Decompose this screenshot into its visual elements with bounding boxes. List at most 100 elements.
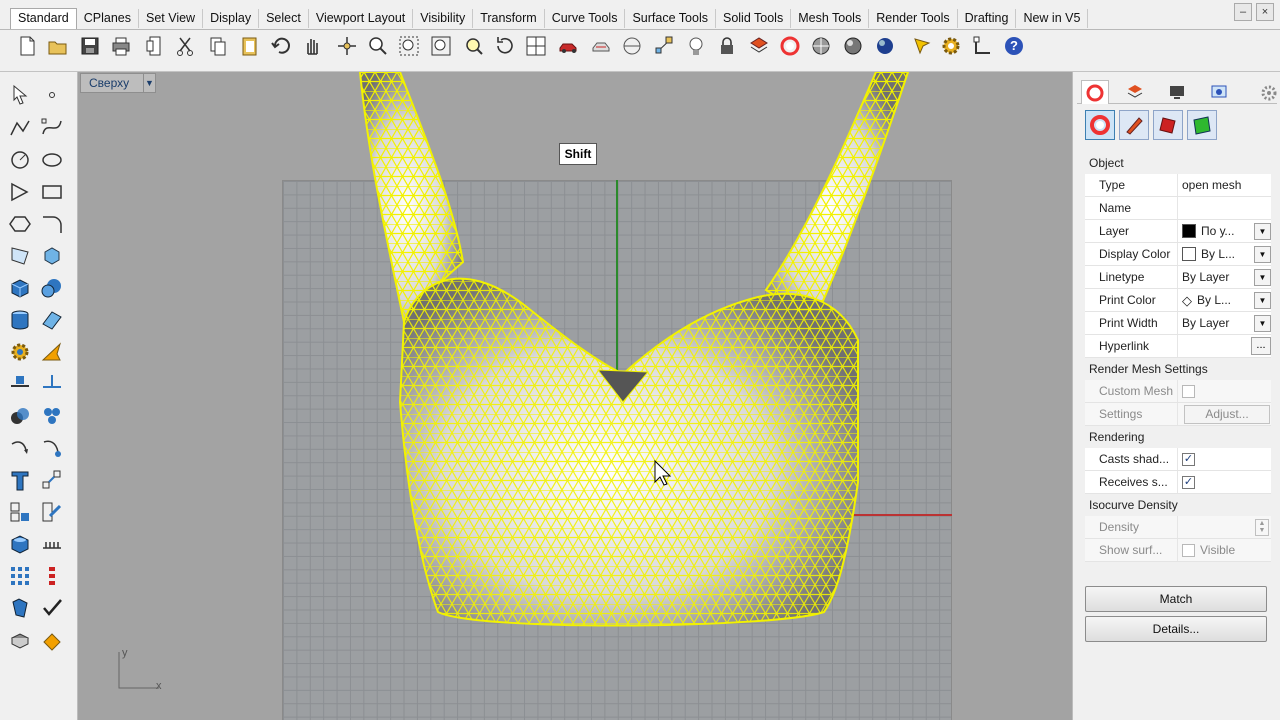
highlight-icon[interactable]	[909, 33, 935, 59]
rectangle-icon[interactable]	[38, 178, 66, 206]
tab-viewport-layout[interactable]: Viewport Layout	[309, 9, 414, 28]
check-icon[interactable]	[38, 594, 66, 622]
tab-help[interactable]	[1205, 80, 1233, 104]
custom-mesh-checkbox[interactable]	[1182, 384, 1195, 398]
select-arrow-icon[interactable]	[6, 81, 34, 109]
layout-icon[interactable]	[38, 530, 66, 558]
viewport-title[interactable]: Сверху ▼	[80, 73, 156, 93]
render-icon[interactable]	[6, 594, 34, 622]
adjust-button[interactable]: Adjust...	[1184, 404, 1270, 424]
mirror-icon[interactable]	[38, 434, 66, 462]
receives-shadows-checkbox[interactable]: ✓	[1182, 475, 1195, 489]
car-icon[interactable]	[556, 33, 582, 59]
layer-dropdown-arrow-icon[interactable]: ▼	[1254, 223, 1271, 240]
options-icon[interactable]	[938, 33, 964, 59]
tab-mesh-tools[interactable]: Mesh Tools	[791, 9, 870, 28]
zoom-selected-icon[interactable]	[461, 33, 487, 59]
cut-icon[interactable]	[172, 33, 198, 59]
print-icon[interactable]	[108, 33, 134, 59]
rotate-view-icon[interactable]	[492, 33, 518, 59]
print-width-dropdown-arrow-icon[interactable]: ▼	[1254, 315, 1271, 332]
tab-properties[interactable]	[1081, 80, 1109, 104]
tab-surface-tools[interactable]: Surface Tools	[625, 9, 716, 28]
shaded-sphere-icon[interactable]	[808, 33, 834, 59]
zoom-extents-icon[interactable]	[428, 33, 454, 59]
tab-transform[interactable]: Transform	[473, 9, 545, 28]
plane-surface-icon[interactable]	[38, 306, 66, 334]
arc-icon[interactable]	[6, 178, 34, 206]
copy-icon[interactable]	[205, 33, 231, 59]
split-icon[interactable]	[6, 370, 34, 398]
rendered-sphere-icon[interactable]	[840, 33, 866, 59]
tab-render-tools[interactable]: Render Tools	[869, 9, 958, 28]
open-icon[interactable]	[45, 33, 71, 59]
display-color-dropdown-arrow-icon[interactable]: ▼	[1254, 246, 1271, 263]
rotate-icon[interactable]	[6, 434, 34, 462]
cylinder-icon[interactable]	[6, 306, 34, 334]
curve-icon[interactable]	[38, 114, 66, 142]
color-icon[interactable]	[777, 33, 803, 59]
zoom-icon[interactable]	[365, 33, 391, 59]
group-icon[interactable]	[6, 498, 34, 526]
tab-cplanes[interactable]: CPlanes	[77, 9, 139, 28]
material-icon[interactable]	[1119, 110, 1149, 140]
tab-display[interactable]: Display	[203, 9, 260, 28]
top-viewport[interactable]: Сверху ▼ Shift y x	[78, 72, 1072, 720]
zoom-window-icon[interactable]	[396, 33, 422, 59]
tab-solid-tools[interactable]: Solid Tools	[716, 9, 792, 28]
close-icon[interactable]: ×	[1256, 3, 1274, 21]
hyperlink-browse-button[interactable]: ...	[1251, 337, 1271, 355]
undo-icon[interactable]	[268, 33, 294, 59]
texture-mapping-icon[interactable]	[1187, 110, 1217, 140]
layer-icon[interactable]	[746, 33, 772, 59]
tab-drafting[interactable]: Drafting	[958, 9, 1017, 28]
linetype-dropdown-arrow-icon[interactable]: ▼	[1254, 269, 1271, 286]
sphere-icon[interactable]	[38, 274, 66, 302]
point-icon[interactable]	[38, 81, 66, 109]
match-button[interactable]: Match	[1085, 586, 1267, 612]
tab-display[interactable]	[1163, 80, 1191, 104]
trim-icon[interactable]	[38, 370, 66, 398]
fillet-curve-icon[interactable]	[38, 210, 66, 238]
mesh-object[interactable]	[78, 72, 1072, 720]
tab-select[interactable]: Select	[259, 9, 309, 28]
tab-set-view[interactable]: Set View	[139, 9, 204, 28]
boolean-icon[interactable]	[6, 402, 34, 430]
help-icon[interactable]: ?	[1001, 33, 1027, 59]
array-icon[interactable]	[38, 402, 66, 430]
polygon-icon[interactable]	[6, 210, 34, 238]
cplane-icon[interactable]	[619, 33, 645, 59]
tab-curve-tools[interactable]: Curve Tools	[545, 9, 626, 28]
four-viewports-icon[interactable]	[523, 33, 549, 59]
viewport-menu-arrow-icon[interactable]: ▼	[143, 74, 155, 92]
tab-standard[interactable]: Standard	[10, 8, 77, 29]
tab-layers[interactable]	[1121, 80, 1149, 104]
select-points-icon[interactable]	[651, 33, 677, 59]
grid-array-icon[interactable]	[6, 562, 34, 590]
transform-gear-icon[interactable]	[6, 338, 34, 366]
prop-name-field[interactable]	[1177, 197, 1271, 219]
panel-settings-gear-icon[interactable]	[1260, 84, 1278, 102]
polyline-icon[interactable]	[6, 114, 34, 142]
snap-icon[interactable]	[970, 33, 996, 59]
extrude-icon[interactable]	[38, 242, 66, 270]
paste-icon[interactable]	[237, 33, 263, 59]
density-spinner-icon[interactable]: ▲ ▼	[1255, 519, 1269, 536]
light-icon[interactable]	[683, 33, 709, 59]
lock-icon[interactable]	[714, 33, 740, 59]
flow-icon[interactable]	[38, 338, 66, 366]
object-properties-icon[interactable]	[6, 626, 34, 654]
tab-visibility[interactable]: Visibility	[413, 9, 474, 28]
solid-box-icon[interactable]	[6, 530, 34, 558]
ellipse-icon[interactable]	[38, 146, 66, 174]
save-icon[interactable]	[77, 33, 103, 59]
pan-icon[interactable]	[299, 33, 325, 59]
move-icon[interactable]	[334, 33, 360, 59]
blue-sphere-icon[interactable]	[872, 33, 898, 59]
toggle-icon[interactable]	[588, 33, 614, 59]
box-icon[interactable]	[6, 274, 34, 302]
minimize-icon[interactable]: –	[1234, 3, 1252, 21]
tab-new-in-v5[interactable]: New in V5	[1016, 9, 1089, 28]
visible-checkbox[interactable]	[1182, 543, 1195, 557]
dimension-icon[interactable]	[38, 466, 66, 494]
